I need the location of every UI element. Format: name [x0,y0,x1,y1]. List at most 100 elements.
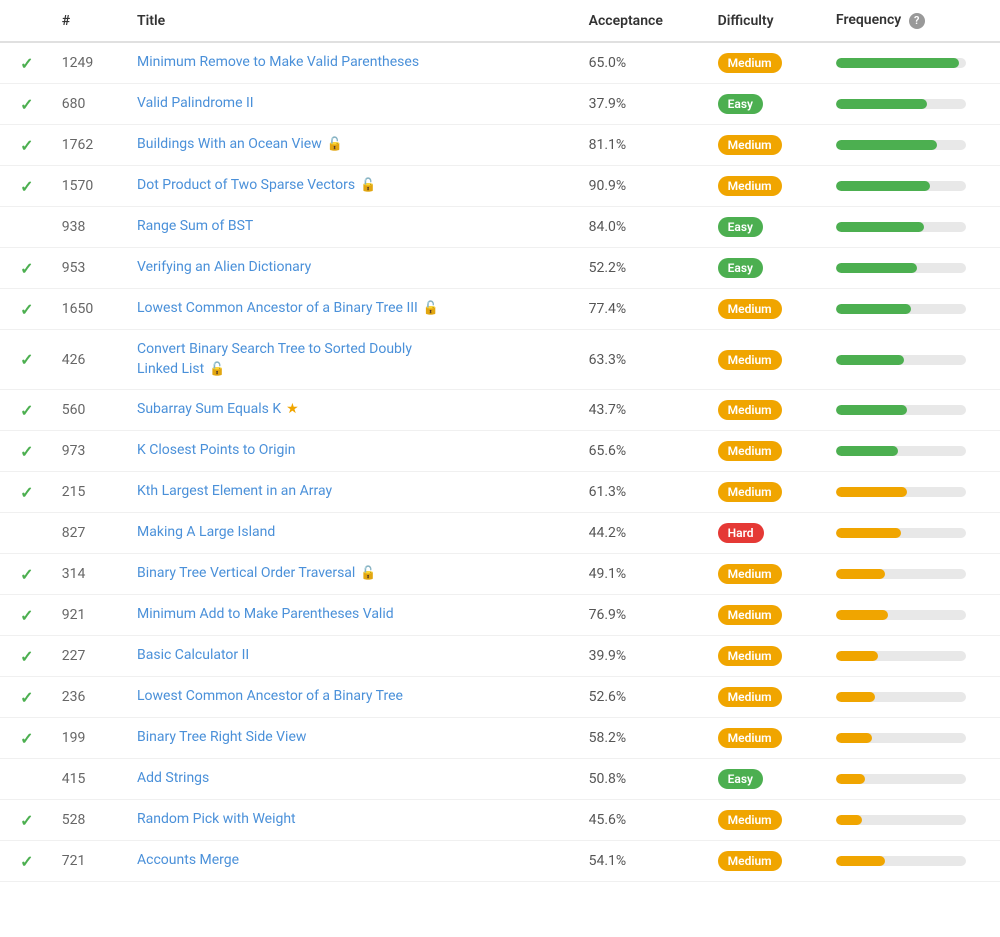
row-acceptance: 58.2% [581,718,710,759]
check-mark-icon: ✓ [20,647,33,666]
row-check-cell: ✓ [0,636,54,677]
difficulty-badge: Medium [718,400,782,420]
row-check-cell: ✓ [0,677,54,718]
problem-title-link[interactable]: Making A Large Island [137,523,275,543]
lock-icon: 🔓 [209,362,225,377]
row-title-cell: Add Strings [129,759,581,800]
frequency-bar-container [836,528,966,538]
frequency-bar [836,610,888,620]
row-number: 199 [54,718,129,759]
problem-title-link[interactable]: Minimum Remove to Make Valid Parentheses [137,53,419,73]
problem-title-link[interactable]: Kth Largest Element in an Array [137,482,332,502]
row-title-cell: Binary Tree Right Side View [129,718,581,759]
difficulty-badge: Easy [718,217,763,237]
row-check-cell: ✓ [0,431,54,472]
row-title-cell: Accounts Merge [129,841,581,882]
problem-title-link[interactable]: Lowest Common Ancestor of a Binary Tree [137,687,403,707]
difficulty-badge: Medium [718,810,782,830]
row-difficulty-cell: Easy [710,759,828,800]
frequency-bar-container [836,263,966,273]
table-row: ✓1762Buildings With an Ocean View🔓81.1%M… [0,125,1000,166]
row-frequency-cell [828,513,1000,554]
row-difficulty-cell: Easy [710,207,828,248]
row-acceptance: 65.0% [581,42,710,84]
row-check-cell: ✓ [0,595,54,636]
table-row: ✓1650Lowest Common Ancestor of a Binary … [0,289,1000,330]
row-frequency-cell [828,166,1000,207]
problem-title-link[interactable]: Subarray Sum Equals K★ [137,400,299,420]
frequency-bar-container [836,140,966,150]
row-acceptance: 84.0% [581,207,710,248]
check-mark-icon: ✓ [20,177,33,196]
problem-title-link[interactable]: Convert Binary Search Tree to Sorted Dou… [137,340,573,360]
row-check-cell: ✓ [0,125,54,166]
row-frequency-cell [828,42,1000,84]
problem-title-link[interactable]: Lowest Common Ancestor of a Binary Tree … [137,299,439,319]
row-acceptance: 61.3% [581,472,710,513]
row-title-cell: K Closest Points to Origin [129,431,581,472]
problem-title-link[interactable]: Random Pick with Weight [137,810,296,830]
table-row: ✓973K Closest Points to Origin65.6%Mediu… [0,431,1000,472]
table-row: ✓1249Minimum Remove to Make Valid Parent… [0,42,1000,84]
lock-icon: 🔓 [423,300,439,318]
check-mark-icon: ✓ [20,259,33,278]
frequency-bar-container [836,58,966,68]
problem-title-link[interactable]: Basic Calculator II [137,646,249,666]
row-title-cell: Dot Product of Two Sparse Vectors🔓 [129,166,581,207]
difficulty-badge: Medium [718,646,782,666]
row-check-cell: ✓ [0,42,54,84]
problem-title-link[interactable]: K Closest Points to Origin [137,441,296,461]
row-check-cell: ✓ [0,800,54,841]
problem-title-link[interactable]: Add Strings [137,769,209,789]
difficulty-badge: Medium [718,605,782,625]
frequency-bar-container [836,610,966,620]
row-acceptance: 90.9% [581,166,710,207]
row-title-cell: Lowest Common Ancestor of a Binary Tree [129,677,581,718]
row-acceptance: 45.6% [581,800,710,841]
row-number: 236 [54,677,129,718]
problem-title-link[interactable]: Accounts Merge [137,851,239,871]
row-frequency-cell [828,759,1000,800]
row-difficulty-cell: Medium [710,330,828,390]
frequency-bar-container [836,304,966,314]
frequency-bar [836,99,927,109]
problem-title-link[interactable]: Binary Tree Vertical Order Traversal🔓 [137,564,377,584]
frequency-bar [836,569,885,579]
problem-title-link[interactable]: Dot Product of Two Sparse Vectors🔓 [137,176,376,196]
problem-title-link[interactable]: Range Sum of BST [137,217,253,237]
row-difficulty-cell: Medium [710,390,828,431]
frequency-bar-container [836,355,966,365]
row-difficulty-cell: Medium [710,800,828,841]
row-number: 827 [54,513,129,554]
row-check-cell: ✓ [0,84,54,125]
problem-title-link[interactable]: Binary Tree Right Side View [137,728,306,748]
row-frequency-cell [828,472,1000,513]
row-acceptance: 44.2% [581,513,710,554]
row-frequency-cell [828,677,1000,718]
problem-title-link[interactable]: Valid Palindrome II [137,94,254,114]
row-frequency-cell [828,390,1000,431]
difficulty-badge: Medium [718,299,782,319]
problem-title-link[interactable]: Minimum Add to Make Parentheses Valid [137,605,394,625]
frequency-help-icon[interactable]: ? [909,13,925,29]
row-number: 1762 [54,125,129,166]
problem-title-link[interactable]: Verifying an Alien Dictionary [137,258,311,278]
problem-title-link-cont[interactable]: Linked List [137,360,204,380]
row-number: 938 [54,207,129,248]
row-title-cell: Buildings With an Ocean View🔓 [129,125,581,166]
row-number: 973 [54,431,129,472]
row-number: 314 [54,554,129,595]
row-title-cell: Minimum Add to Make Parentheses Valid [129,595,581,636]
table-row: ✓921Minimum Add to Make Parentheses Vali… [0,595,1000,636]
row-title-cell: Basic Calculator II [129,636,581,677]
frequency-bar [836,651,878,661]
row-number: 215 [54,472,129,513]
frequency-bar [836,140,937,150]
difficulty-badge: Medium [718,482,782,502]
problem-title-link[interactable]: Buildings With an Ocean View🔓 [137,135,343,155]
row-difficulty-cell: Medium [710,472,828,513]
check-mark-icon: ✓ [20,300,33,319]
check-mark-icon: ✓ [20,565,33,584]
row-acceptance: 43.7% [581,390,710,431]
row-check-cell: ✓ [0,841,54,882]
